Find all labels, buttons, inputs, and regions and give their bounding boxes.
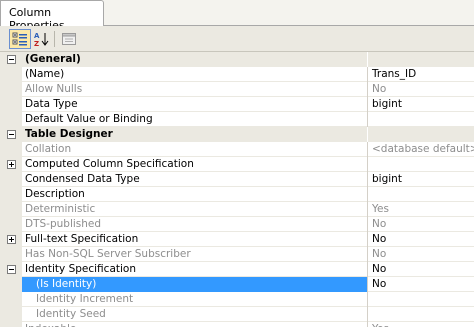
- row-gutter: [0, 97, 22, 112]
- property-value[interactable]: No: [368, 247, 474, 262]
- property-value[interactable]: bigint: [368, 97, 474, 112]
- property-name: Identity Increment: [22, 292, 367, 307]
- property-name: Deterministic: [22, 202, 367, 217]
- property-name: DTS-published: [22, 217, 367, 232]
- property-value[interactable]: Yes: [368, 322, 474, 327]
- property-value[interactable]: bigint: [368, 172, 474, 187]
- property-value[interactable]: No: [368, 232, 474, 247]
- property-name: Identity Specification: [22, 262, 367, 277]
- property-pages-icon: [62, 33, 76, 45]
- property-name: Computed Column Specification: [22, 157, 367, 172]
- property-value[interactable]: Yes: [368, 202, 474, 217]
- row-gutter: [0, 322, 22, 327]
- collapse-icon[interactable]: [6, 130, 16, 139]
- property-row-allow-nulls[interactable]: Allow Nulls No: [0, 82, 474, 97]
- property-value[interactable]: No: [368, 82, 474, 97]
- property-value: [368, 127, 474, 142]
- property-value[interactable]: No: [368, 277, 474, 292]
- property-value[interactable]: [368, 187, 474, 202]
- row-gutter[interactable]: [0, 52, 22, 67]
- property-name: Full-text Specification: [22, 232, 367, 247]
- property-row-condensed-data-type[interactable]: Condensed Data Type bigint: [0, 172, 474, 187]
- property-row-name[interactable]: (Name) Trans_ID: [0, 67, 474, 82]
- row-gutter[interactable]: [0, 157, 22, 172]
- row-gutter: [0, 292, 22, 307]
- row-gutter: [0, 67, 22, 82]
- row-gutter[interactable]: [0, 232, 22, 247]
- property-row-has-non-sql-server-subscriber[interactable]: Has Non-SQL Server Subscriber No: [0, 247, 474, 262]
- property-row-is-identity[interactable]: (Is Identity) No: [0, 277, 474, 292]
- tab-column-properties[interactable]: Column Properties: [0, 0, 104, 32]
- row-gutter[interactable]: [0, 262, 22, 277]
- property-row-description[interactable]: Description: [0, 187, 474, 202]
- property-name: Has Non-SQL Server Subscriber: [22, 247, 367, 262]
- property-row-indexable[interactable]: IndexableYes: [0, 322, 474, 327]
- property-value: [368, 52, 474, 67]
- tab-strip: Column Properties: [0, 0, 474, 32]
- toolbar-separator: [54, 31, 55, 47]
- alphabetical-button[interactable]: A Z: [31, 29, 53, 49]
- category-label: (General): [22, 52, 367, 67]
- collapse-icon[interactable]: [6, 265, 16, 274]
- property-row-default-value-or-binding[interactable]: Default Value or Binding: [0, 112, 474, 127]
- property-name: Collation: [22, 142, 367, 157]
- sort-az-icon: A Z: [34, 32, 49, 47]
- property-name: Identity Seed: [22, 307, 367, 322]
- property-row-data-type[interactable]: Data Type bigint: [0, 97, 474, 112]
- property-name: (Name): [22, 67, 367, 82]
- property-value[interactable]: No: [368, 262, 474, 277]
- category-general[interactable]: (General): [0, 52, 474, 67]
- row-gutter: [0, 142, 22, 157]
- svg-text:A: A: [34, 32, 40, 40]
- row-gutter: [0, 187, 22, 202]
- row-gutter: [0, 82, 22, 97]
- property-value[interactable]: [368, 307, 474, 322]
- property-grid: (General) (Name) Trans_ID Allow Nulls No Data…: [0, 52, 474, 327]
- property-name: Indexable: [22, 322, 367, 327]
- expand-icon[interactable]: [6, 235, 16, 244]
- expand-icon[interactable]: [6, 160, 16, 169]
- property-value[interactable]: [368, 292, 474, 307]
- collapse-icon[interactable]: [6, 55, 16, 64]
- svg-text:Z: Z: [34, 40, 39, 47]
- row-gutter: [0, 247, 22, 262]
- row-gutter[interactable]: [0, 127, 22, 142]
- category-label: Table Designer: [22, 127, 367, 142]
- property-name: Data Type: [22, 97, 367, 112]
- property-row-computed-column-specification[interactable]: Computed Column Specification: [0, 157, 474, 172]
- property-row-deterministic[interactable]: Deterministic Yes: [0, 202, 474, 217]
- property-name: (Is Identity): [22, 277, 367, 292]
- row-gutter: [0, 112, 22, 127]
- row-gutter: [0, 172, 22, 187]
- category-table-designer[interactable]: Table Designer: [0, 127, 474, 142]
- property-name: Condensed Data Type: [22, 172, 367, 187]
- property-toolbar: A Z: [0, 26, 474, 52]
- property-value[interactable]: <database default>: [368, 142, 474, 157]
- row-gutter: [0, 277, 22, 292]
- property-pages-button[interactable]: [58, 29, 80, 49]
- property-row-identity-increment[interactable]: Identity Increment: [0, 292, 474, 307]
- row-gutter: [0, 307, 22, 322]
- property-row-collation[interactable]: Collation <database default>: [0, 142, 474, 157]
- property-row-dts-published[interactable]: DTS-published No: [0, 217, 474, 232]
- property-name: Description: [22, 187, 367, 202]
- property-name: Default Value or Binding: [22, 112, 367, 127]
- categorized-button[interactable]: [9, 29, 31, 49]
- property-row-identity-seed[interactable]: Identity Seed: [0, 307, 474, 322]
- property-row-full-text-specification[interactable]: Full-text Specification No: [0, 232, 474, 247]
- row-gutter: [0, 217, 22, 232]
- property-name: Allow Nulls: [22, 82, 367, 97]
- row-gutter: [0, 202, 22, 217]
- categorized-icon: [12, 32, 27, 46]
- property-row-identity-specification[interactable]: Identity Specification No: [0, 262, 474, 277]
- property-value[interactable]: No: [368, 217, 474, 232]
- property-value[interactable]: [368, 112, 474, 127]
- property-value[interactable]: Trans_ID: [368, 67, 474, 82]
- property-value[interactable]: [368, 157, 474, 172]
